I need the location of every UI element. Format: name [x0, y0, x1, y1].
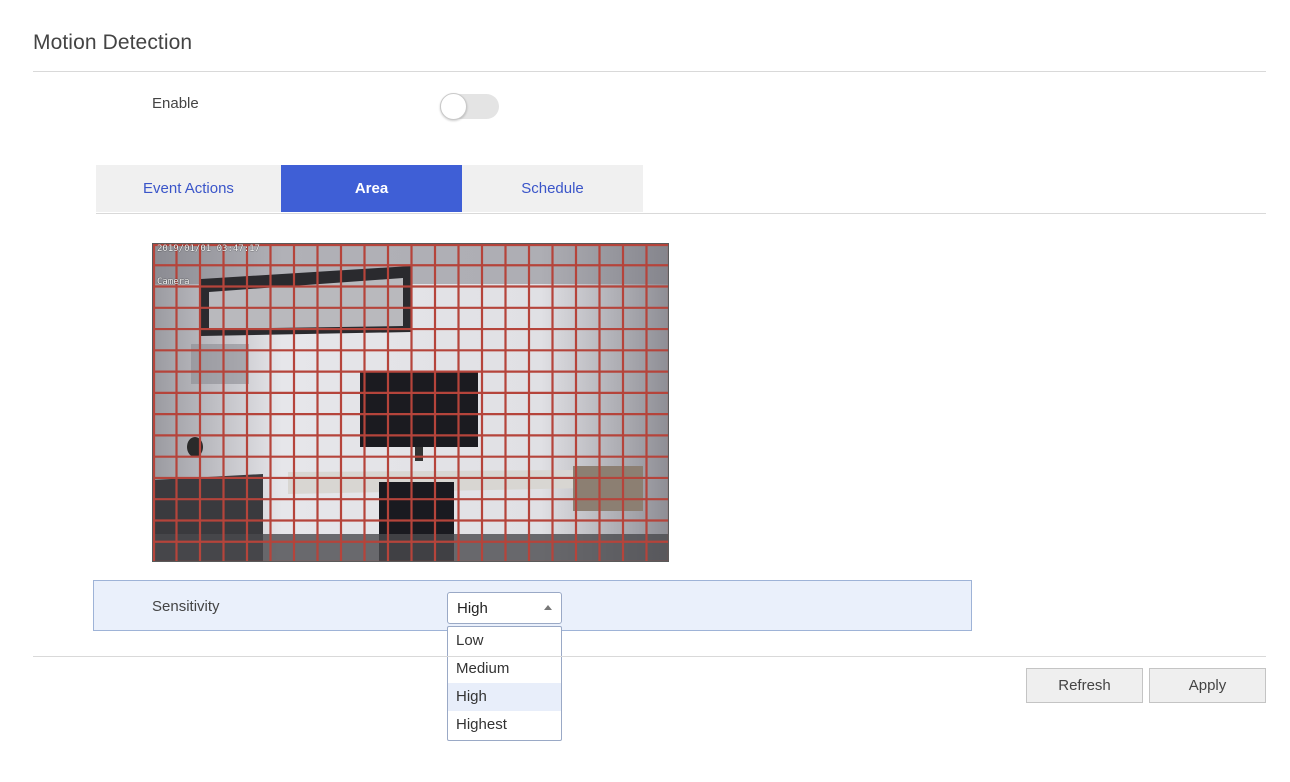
tab-divider	[96, 213, 1266, 214]
sensitivity-label: Sensitivity	[152, 598, 220, 615]
option-medium[interactable]: Medium	[448, 655, 561, 683]
chevron-up-icon	[544, 605, 552, 610]
refresh-button[interactable]: Refresh	[1026, 668, 1143, 703]
option-highest[interactable]: Highest	[448, 711, 561, 739]
camera-scene	[153, 244, 668, 561]
sensitivity-select[interactable]: High	[447, 592, 562, 624]
enable-label: Enable	[152, 95, 199, 112]
camera-caption: Camera	[157, 277, 190, 287]
tab-area[interactable]: Area	[281, 165, 462, 212]
camera-preview[interactable]: 2019/01/01 03:47:17 Camera	[152, 243, 669, 562]
tab-event-actions[interactable]: Event Actions	[96, 165, 281, 212]
sensitivity-dropdown: Low Medium High Highest	[447, 626, 562, 741]
footer-divider	[33, 656, 1266, 657]
camera-timestamp: 2019/01/01 03:47:17	[157, 244, 260, 254]
title-divider	[33, 71, 1266, 72]
sensitivity-selected-value: High	[457, 600, 488, 617]
tab-schedule[interactable]: Schedule	[462, 165, 643, 212]
option-low[interactable]: Low	[448, 627, 561, 655]
page-title: Motion Detection	[33, 31, 193, 54]
apply-button[interactable]: Apply	[1149, 668, 1266, 703]
toggle-knob	[440, 93, 467, 120]
enable-toggle[interactable]	[440, 93, 499, 120]
option-high[interactable]: High	[448, 683, 561, 711]
tab-bar: Event Actions Area Schedule	[96, 165, 643, 212]
